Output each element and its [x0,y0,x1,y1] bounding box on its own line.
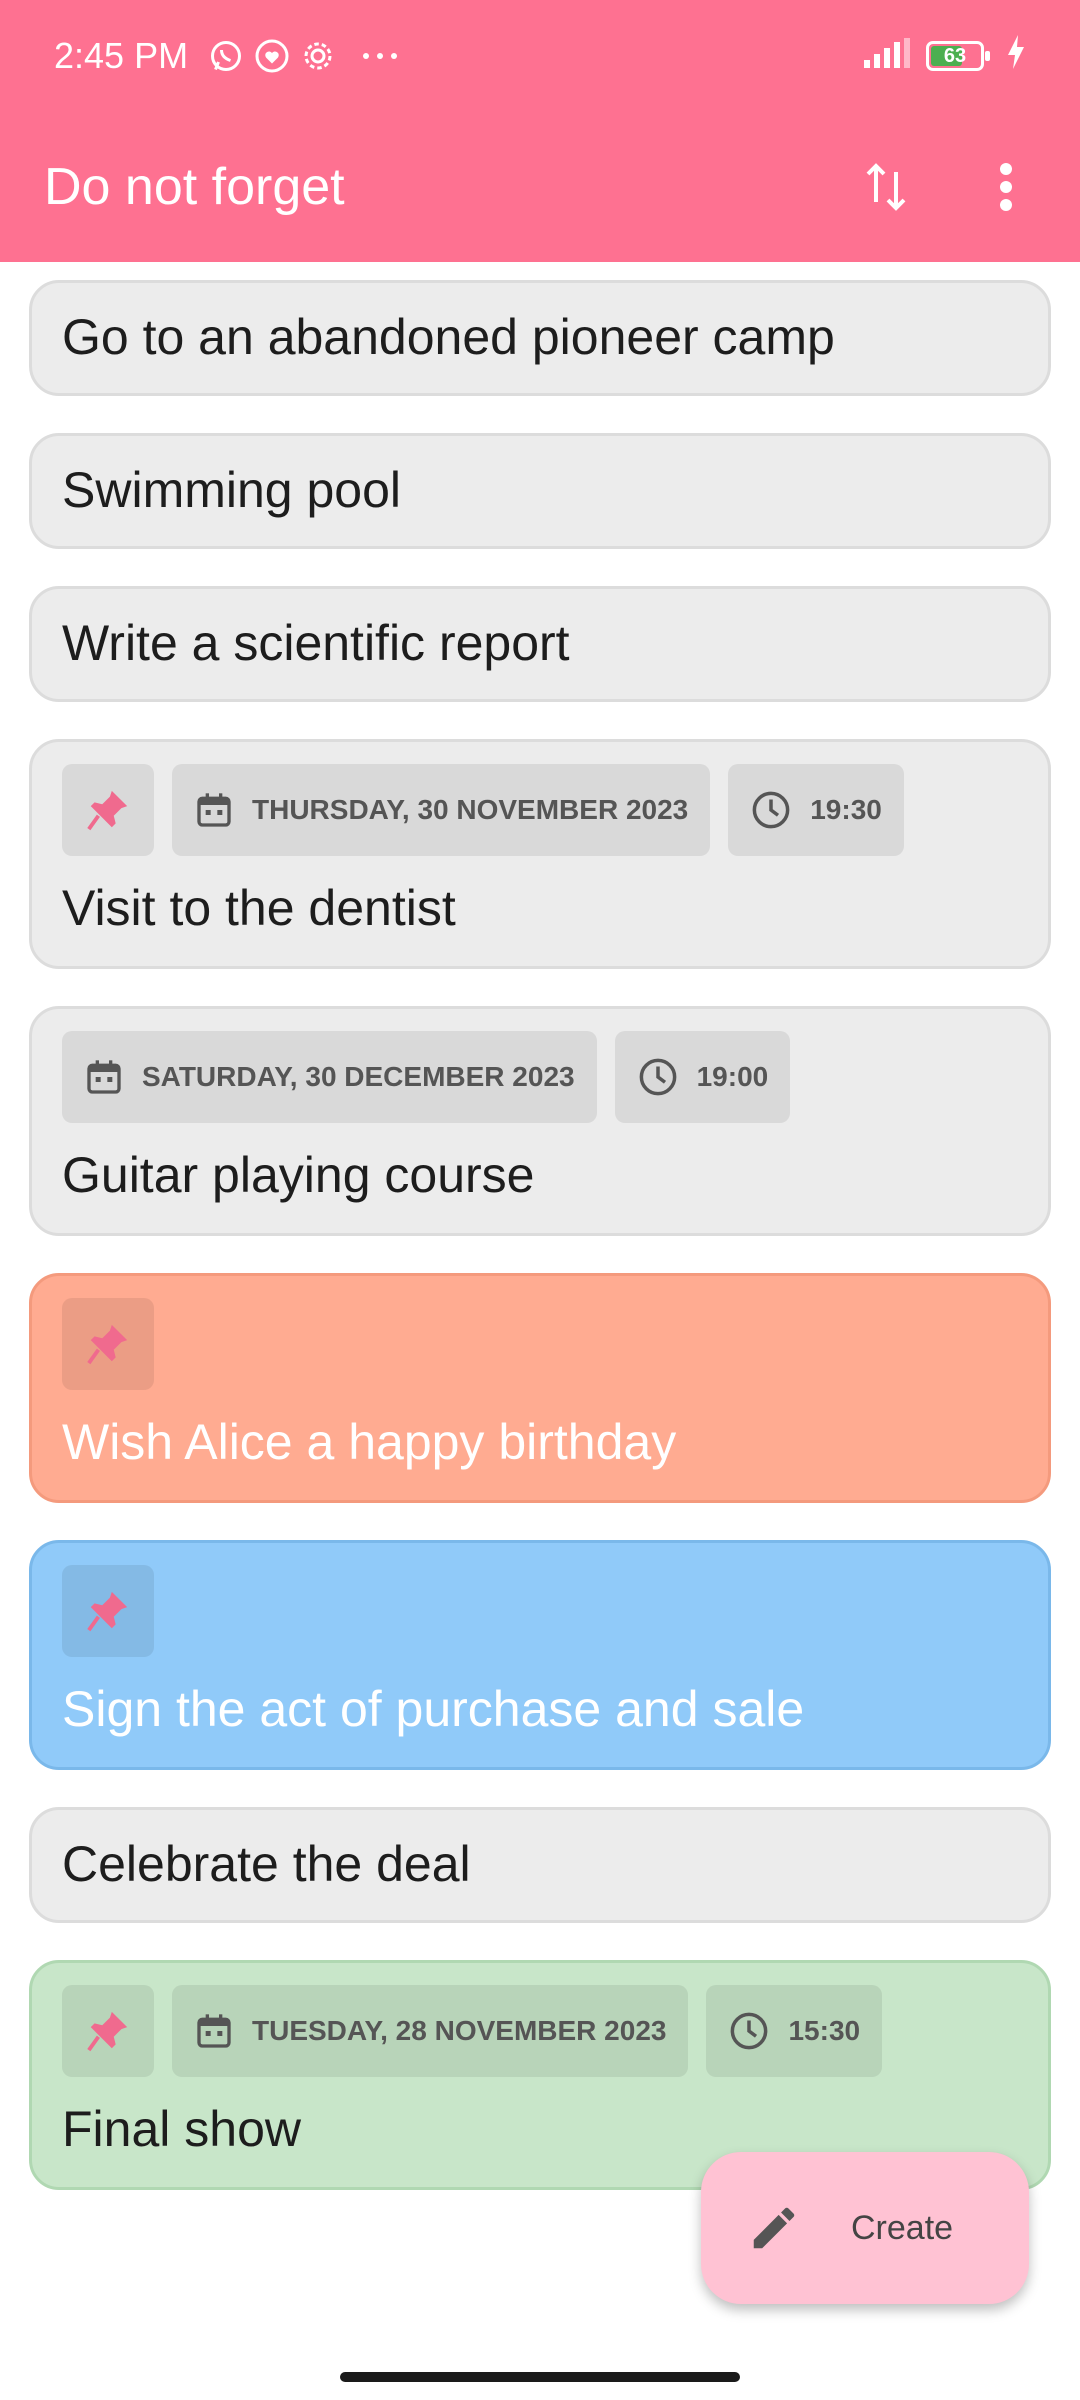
app-bar: Do not forget [0,112,1080,262]
note-title: Guitar playing course [62,1147,535,1203]
note-title: Wish Alice a happy birthday [62,1414,677,1470]
note-card[interactable]: Write a scientific report [29,586,1051,702]
date-chip: THURSDAY, 30 NOVEMBER 2023 [172,764,711,856]
pin-icon [87,1591,128,1632]
date-label: THURSDAY, 30 NOVEMBER 2023 [252,794,689,825]
calendar-icon [197,793,231,827]
note-title: Swimming pool [62,462,402,518]
more-dots-icon [360,50,400,62]
charging-icon [1006,34,1026,78]
note-title: Sign the act of purchase and sale [62,1681,805,1737]
note-title: Visit to the dentist [62,880,456,936]
time-label: 15:30 [788,2015,861,2046]
create-label: Create [851,2208,954,2247]
time-label: 19:30 [810,794,882,825]
pin-icon [87,790,128,831]
status-bar: 2:45 PM 63 [0,0,1080,112]
clock-icon [752,791,790,829]
calendar-icon [197,2014,231,2048]
calendar-icon [87,1060,121,1094]
note-card[interactable]: THURSDAY, 30 NOVEMBER 2023 19:30 Visit t… [29,739,1051,969]
note-title: Go to an abandoned pioneer camp [62,309,835,365]
note-card[interactable]: Sign the act of purchase and sale [29,1540,1051,1770]
note-title: Celebrate the deal [62,1836,471,1892]
pencil-icon [753,2207,795,2249]
clock-icon [639,1058,676,1096]
home-indicator[interactable] [340,2372,740,2382]
time-chip: 19:00 [614,1031,791,1123]
pin-chip [62,1565,154,1657]
notes-list: Go to an abandoned pioneer camp Swimming… [29,280,1051,2227]
pin-chip [62,1298,154,1390]
pin-chip [62,764,154,856]
whatsapp-icon [208,38,244,74]
note-card[interactable]: SATURDAY, 30 DECEMBER 2023 19:00 Guitar … [29,1006,1051,1236]
date-chip: TUESDAY, 28 NOVEMBER 2023 [172,1985,689,2077]
sort-icon[interactable] [856,157,916,217]
battery-level: 63 [943,44,967,67]
pin-icon [87,1324,128,1365]
status-time: 2:45 PM [54,35,189,76]
time-label: 19:00 [696,1061,769,1092]
signal-icon [862,35,912,77]
time-chip: 15:30 [706,1985,883,2077]
note-card[interactable]: Swimming pool [29,433,1051,549]
note-card[interactable]: Wish Alice a happy birthday [29,1273,1051,1503]
note-card[interactable]: Go to an abandoned pioneer camp [29,280,1051,396]
clock-icon [731,2012,768,2050]
create-button[interactable]: Create [701,2152,1029,2304]
more-vert-icon[interactable] [976,157,1036,217]
battery-icon: 63 [926,41,990,71]
settings-icon [300,38,336,74]
pin-icon [87,2011,128,2052]
note-title: Write a scientific report [62,615,570,671]
pin-chip [62,1985,154,2077]
date-label: TUESDAY, 28 NOVEMBER 2023 [252,2015,667,2046]
app-title: Do not forget [44,158,345,216]
note-card[interactable]: Celebrate the deal [29,1807,1051,1923]
messenger-icon [254,38,290,74]
date-label: SATURDAY, 30 DECEMBER 2023 [142,1061,575,1092]
date-chip: SATURDAY, 30 DECEMBER 2023 [62,1031,597,1123]
time-chip: 19:30 [728,764,904,856]
